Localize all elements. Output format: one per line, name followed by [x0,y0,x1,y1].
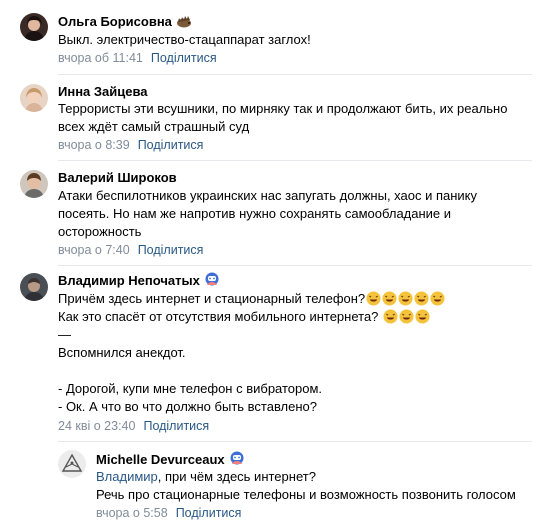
comment-meta: вчора о 8:39 Поділитися [58,137,203,153]
hedgehog-icon [176,13,192,29]
avatar[interactable] [20,170,48,198]
share-button[interactable]: Поділитися [138,138,204,152]
comment-author[interactable]: Michelle Devurceaux [96,451,245,468]
comment-author[interactable]: Инна Зайцева [58,84,148,100]
avatar[interactable] [20,273,48,301]
comment-time[interactable]: вчора о 5:58 [96,506,168,520]
comment-meta: вчора о 7:40 Поділитися [58,242,203,258]
avatar[interactable] [20,84,48,112]
comment-author[interactable]: Владимир Непочатых [58,272,220,289]
comment-time[interactable]: 24 кві о 23:40 [58,419,135,433]
comment-author[interactable]: Валерий Широков [58,170,177,186]
comment-time[interactable]: вчора об 11:41 [58,51,143,65]
comment-meta: вчора о 5:58 Поділитися [96,505,241,521]
divider [58,160,532,161]
comment-meta: вчора об 11:41 Поділитися [58,50,217,66]
comment-text: Террористы эти всушники, по мирняку так … [58,101,508,134]
share-button[interactable]: Поділитися [151,51,217,65]
divider [58,265,532,266]
comment-text: Атаки беспилотников украинских нас запуг… [58,188,478,239]
avatar[interactable] [58,450,86,478]
share-button[interactable]: Поділитися [138,243,204,257]
divider [58,74,532,75]
astronaut-icon [229,451,245,467]
share-button[interactable]: Поділитися [176,506,242,520]
avatar[interactable] [20,13,48,41]
astronaut-icon [204,272,220,288]
comment-time[interactable]: вчора о 7:40 [58,243,130,257]
comment-author[interactable]: Ольга Борисовна [58,13,192,30]
comment-time[interactable]: вчора о 8:39 [58,138,130,152]
share-button[interactable]: Поділитися [143,419,209,433]
laughing-emoji-icon [365,291,445,306]
comment-text: Выкл. электричество-стацаппарат заглох! [58,32,311,47]
laughing-emoji-icon [378,309,430,324]
divider [58,441,532,442]
comment-text: Причём здесь интернет и стационарный тел… [58,290,445,416]
comment-text: Владимир, при чём здесь интернет? Речь пр… [96,469,516,502]
mention-link[interactable]: Владимир [96,469,158,484]
comment-meta: 24 кві о 23:40 Поділитися [58,418,209,434]
